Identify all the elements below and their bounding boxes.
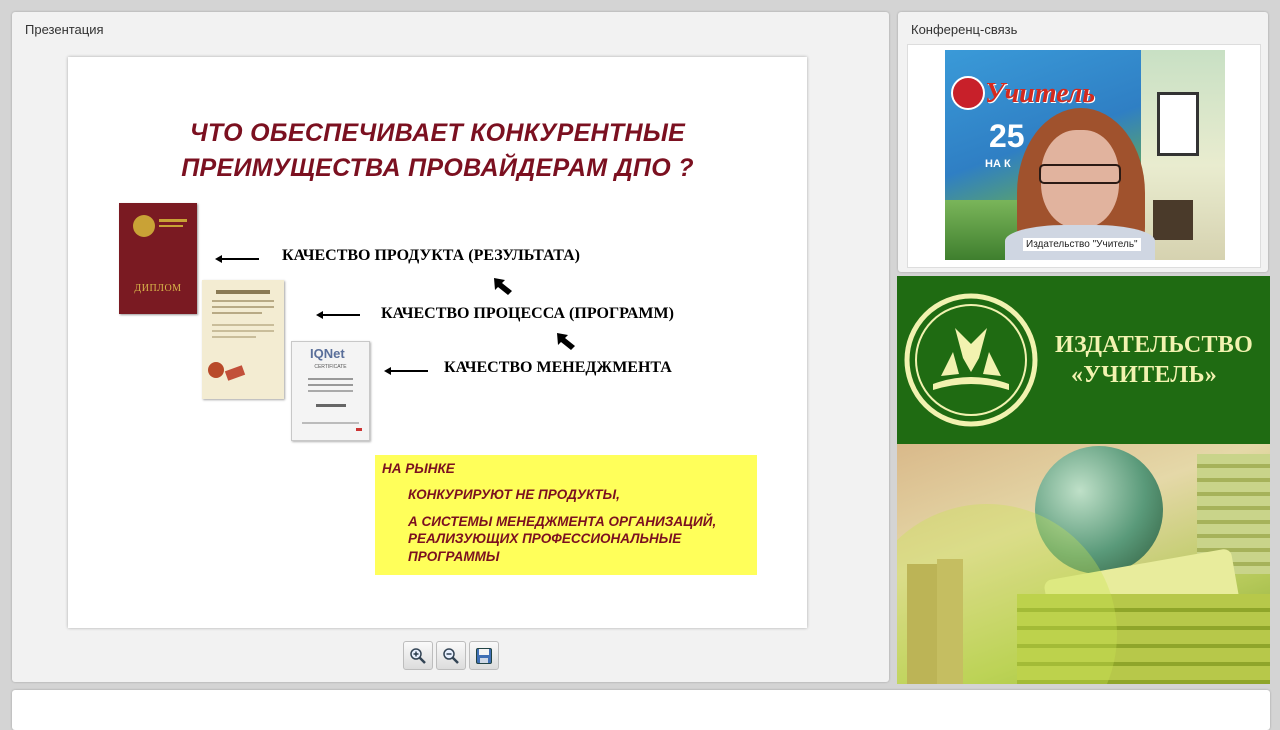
presentation-panel: Презентация ЧТО ОБЕСПЕЧИВАЕТ КОНКУРЕНТНЫ…: [12, 12, 889, 682]
poster-number: 25: [989, 118, 1025, 154]
zoom-in-icon: [410, 647, 426, 664]
iqnet-logo: IQNet: [310, 346, 345, 361]
quality-product-text: КАЧЕСТВО ПРОДУКТА (РЕЗУЛЬТАТА): [282, 247, 580, 264]
callout-line5: ПРОГРАММЫ: [408, 549, 500, 564]
certificate-subtitle: CERTIFICATE: [314, 364, 347, 370]
poster-logo-icon: [951, 76, 985, 110]
save-button[interactable]: [469, 641, 499, 670]
callout-line4: РЕАЛИЗУЮЩИХ ПРОФЕССИОНАЛЬНЫЕ: [408, 531, 682, 546]
quality-management-text: КАЧЕСТВО МЕНЕДЖМЕНТА: [444, 359, 672, 376]
slide-title-line1: ЧТО ОБЕСПЕЧИВАЕТ КОНКУРЕНТНЫЕ: [189, 119, 686, 147]
callout-line1: НА РЫНКЕ: [382, 461, 455, 476]
wall-frame: [1157, 92, 1199, 156]
callout-line2: КОНКУРИРУЮТ НЕ ПРОДУКТЫ,: [408, 487, 620, 502]
presentation-panel-title: Презентация: [25, 22, 104, 37]
diploma-emblem-icon: [133, 215, 155, 237]
left-arrow-icon: [316, 308, 360, 322]
callout-box: НА РЫНКЕ КОНКУРИРУЮТ НЕ ПРОДУКТЫ, А СИСТ…: [375, 455, 757, 575]
quality-process-text: КАЧЕСТВО ПРОЦЕССА (ПРОГРАММ): [381, 305, 674, 322]
publisher-banner: ИЗДАТЕЛЬСТВО «УЧИТЕЛЬ»: [897, 276, 1270, 684]
save-icon: [476, 647, 492, 664]
conference-panel-title: Конференц-связь: [911, 22, 1018, 37]
up-left-arrow-icon: [494, 278, 512, 295]
callout-line3: А СИСТЕМЫ МЕНЕДЖМЕНТА ОРГАНИЗАЦИЙ,: [408, 514, 717, 529]
left-arrow-icon: [215, 252, 259, 266]
speaker-name-label: Издательство "Учитель": [1023, 238, 1141, 251]
books-illustration: [897, 444, 1270, 684]
certificate-image: [202, 280, 284, 399]
bottom-panel: [12, 690, 1270, 730]
poster-subtitle: НА К: [985, 158, 1011, 170]
up-left-arrow-icon: [557, 333, 575, 350]
slide: ЧТО ОБЕСПЕЧИВАЕТ КОНКУРЕНТНЫЕ ПРЕИМУЩЕСТ…: [68, 57, 807, 628]
conference-panel: Конференц-связь Учитель 25 НА К Издатель…: [898, 12, 1268, 272]
glasses-icon: [1039, 164, 1121, 184]
diploma-image: ДИПЛОМ: [119, 203, 197, 314]
zoom-out-icon: [443, 647, 459, 664]
poster-title: Учитель: [985, 78, 1096, 109]
webcam-video: Учитель 25 НА К Издательство "Учитель": [945, 50, 1225, 260]
zoom-in-button[interactable]: [403, 641, 433, 670]
diploma-label: ДИПЛОМ: [134, 283, 182, 294]
banner-title-line2: «УЧИТЕЛЬ»: [1071, 362, 1218, 388]
zoom-out-button[interactable]: [436, 641, 466, 670]
publisher-logo-icon: [904, 293, 1038, 427]
slide-title-line2: ПРЕИМУЩЕСТВА ПРОВАЙДЕРАМ ДПО ?: [181, 154, 694, 182]
left-arrow-icon: [384, 364, 428, 378]
iqnet-certificate-image: IQNet CERTIFICATE: [291, 341, 370, 441]
banner-title-line1: ИЗДАТЕЛЬСТВО: [1055, 332, 1254, 358]
seal-icon: [208, 362, 224, 378]
